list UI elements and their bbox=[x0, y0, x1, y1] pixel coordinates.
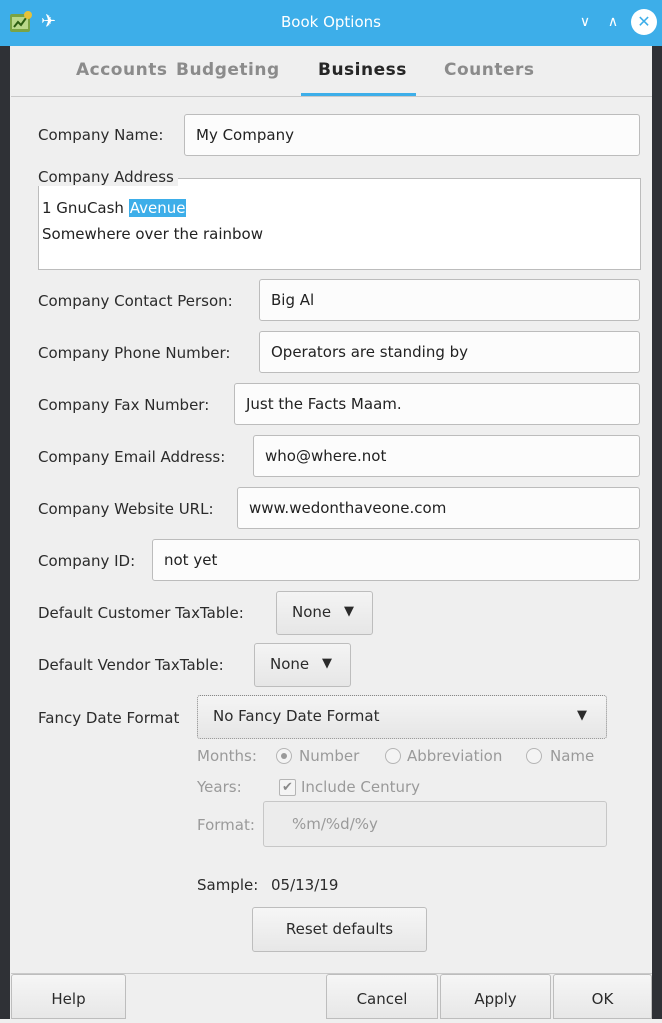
include-century-checkbox[interactable]: ✔ bbox=[279, 779, 296, 796]
apply-button[interactable]: Apply bbox=[440, 974, 551, 1019]
tab-business[interactable]: Business bbox=[318, 60, 407, 80]
fax-number-field[interactable]: Just the Facts Maam. bbox=[234, 383, 640, 425]
company-id-field[interactable]: not yet bbox=[152, 539, 640, 581]
email-address-field[interactable]: who@where.not bbox=[253, 435, 640, 477]
fax-number-label: Company Fax Number: bbox=[38, 396, 210, 414]
phone-number-label: Company Phone Number: bbox=[38, 344, 231, 362]
phone-number-field[interactable]: Operators are standing by bbox=[259, 331, 640, 373]
vendor-taxtable-label: Default Vendor TaxTable: bbox=[38, 656, 224, 674]
company-name-label: Company Name: bbox=[38, 126, 164, 144]
minimize-button[interactable]: ∨ bbox=[572, 9, 598, 35]
title-bar[interactable]: ✈ Book Options ∨ ∧ ✕ bbox=[0, 0, 662, 46]
company-name-field[interactable]: My Company bbox=[184, 114, 640, 156]
website-url-field[interactable]: www.wedonthaveone.com bbox=[237, 487, 640, 529]
company-address-field[interactable] bbox=[38, 178, 641, 270]
window-frame-right bbox=[652, 46, 662, 1019]
months-abbreviation-radio[interactable] bbox=[385, 748, 401, 764]
window-frame-left bbox=[0, 46, 10, 1019]
fancy-date-format-value: No Fancy Date Format bbox=[213, 707, 380, 725]
cancel-button[interactable]: Cancel bbox=[326, 974, 438, 1019]
dropdown-arrow-icon: ▼ bbox=[322, 656, 332, 671]
company-address-label: Company Address bbox=[38, 168, 178, 186]
format-field[interactable]: %m/%d/%y bbox=[263, 801, 607, 847]
sample-value: 05/13/19 bbox=[271, 876, 339, 894]
tab-budgeting[interactable]: Budgeting bbox=[176, 60, 280, 80]
months-number-label: Number bbox=[299, 747, 360, 765]
reset-defaults-button[interactable]: Reset defaults bbox=[252, 907, 427, 952]
website-url-label: Company Website URL: bbox=[38, 500, 214, 518]
include-century-label: Include Century bbox=[301, 778, 421, 796]
contact-person-label: Company Contact Person: bbox=[38, 292, 233, 310]
active-tab-indicator bbox=[301, 93, 416, 96]
dropdown-arrow-icon: ▼ bbox=[577, 708, 587, 723]
months-name-label: Name bbox=[550, 747, 595, 765]
months-label: Months: bbox=[197, 747, 257, 765]
dropdown-arrow-icon: ▼ bbox=[344, 604, 354, 619]
close-button[interactable]: ✕ bbox=[631, 9, 657, 35]
months-number-radio[interactable] bbox=[276, 748, 292, 764]
window-title: Book Options bbox=[281, 13, 381, 31]
company-id-label: Company ID: bbox=[38, 552, 136, 570]
address-line-1: 1 GnuCash Avenue bbox=[42, 199, 187, 217]
tab-bar: Accounts Budgeting Business Counters bbox=[11, 46, 652, 97]
vendor-taxtable-dropdown[interactable]: None ▼ bbox=[254, 643, 351, 687]
help-button[interactable]: Help bbox=[11, 974, 126, 1019]
sample-label: Sample: bbox=[197, 876, 259, 894]
address-line-2: Somewhere over the rainbow bbox=[42, 225, 263, 243]
vendor-taxtable-value: None bbox=[270, 655, 310, 673]
fancy-date-format-label: Fancy Date Format bbox=[38, 709, 180, 727]
address-selected-text: Avenue bbox=[128, 199, 187, 217]
tab-counters[interactable]: Counters bbox=[444, 60, 535, 80]
email-address-label: Company Email Address: bbox=[38, 448, 226, 466]
maximize-button[interactable]: ∧ bbox=[600, 9, 626, 35]
fancy-date-format-dropdown[interactable]: No Fancy Date Format ▼ bbox=[197, 695, 607, 739]
contact-person-field[interactable]: Big Al bbox=[259, 279, 640, 321]
tab-accounts[interactable]: Accounts bbox=[76, 60, 167, 80]
customer-taxtable-value: None bbox=[292, 603, 332, 621]
ok-button[interactable]: OK bbox=[553, 974, 652, 1019]
customer-taxtable-dropdown[interactable]: None ▼ bbox=[276, 591, 373, 635]
months-abbreviation-label: Abbreviation bbox=[407, 747, 503, 765]
customer-taxtable-label: Default Customer TaxTable: bbox=[38, 604, 244, 622]
format-label: Format: bbox=[197, 816, 255, 834]
months-name-radio[interactable] bbox=[526, 748, 542, 764]
years-label: Years: bbox=[197, 778, 242, 796]
